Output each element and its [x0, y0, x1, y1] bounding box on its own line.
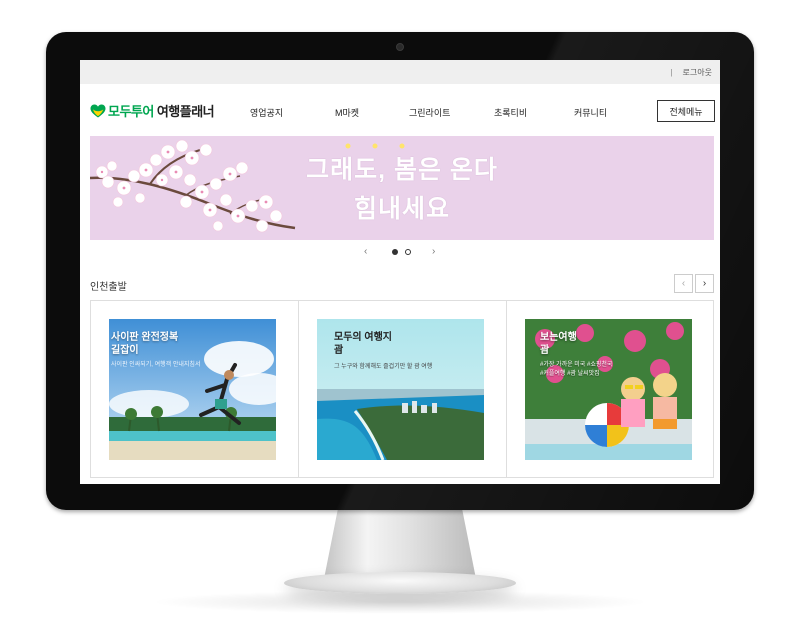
screen: | 로그아웃 모두투어 여행플래너 영업공지 M마켓 그린라이트 초록티비 커뮤…	[80, 60, 720, 484]
utility-separator: |	[670, 67, 673, 77]
banner-headline: 그래도, 봄은 온다	[306, 156, 498, 184]
nav-item-sales-notice[interactable]: 영업공지	[250, 106, 283, 119]
nav-item-m-market[interactable]: M마켓	[335, 106, 359, 119]
card-list: 사이판 완전정복 길잡이 사이판 인싸되기, 여행객 안내지침서 모두의 여행지…	[90, 300, 714, 478]
section-next-button[interactable]: ›	[695, 274, 714, 293]
banner-sparkle-icons	[345, 143, 405, 149]
card-description: #가장 가까운 미국 #쇼핑천국 #커플여행 #괌 날씨맛집	[540, 362, 613, 377]
card-saipan[interactable]: 사이판 완전정복 길잡이 사이판 인싸되기, 여행객 안내지침서	[90, 301, 298, 477]
section-title: 인천출발	[90, 282, 127, 293]
banner-dot-active[interactable]	[392, 249, 398, 255]
nav-item-greenlight[interactable]: 그린라이트	[409, 106, 450, 119]
webcam-icon	[396, 43, 404, 51]
card-description: 그 누구와 함께해도 즐겁기만 할 괌 여행	[334, 364, 433, 370]
logo-sub-text: 여행플래너	[156, 104, 215, 119]
main-nav: 모두투어 여행플래너 영업공지 M마켓 그린라이트 초록티비 커뮤니티 전체메뉴	[80, 84, 720, 135]
utility-bar: | 로그아웃	[80, 60, 720, 84]
stage: | 로그아웃 모두투어 여행플래너 영업공지 M마켓 그린라이트 초록티비 커뮤…	[0, 0, 800, 622]
banner-next-button[interactable]: ›	[432, 246, 435, 257]
card-title: 사이판 완전정복 길잡이	[111, 332, 179, 356]
heart-logo-icon	[90, 104, 106, 117]
card-title: 모두의 여행지 괌	[334, 332, 392, 356]
monitor-stand-base	[284, 572, 516, 594]
hero-banner[interactable]: 그래도, 봄은 온다 힘내세요	[90, 136, 714, 240]
banner-pager: ‹ ›	[80, 246, 720, 258]
all-menu-button[interactable]: 전체메뉴	[657, 100, 715, 122]
nav-item-green-tv[interactable]: 초록티비	[494, 106, 527, 119]
nav-item-community[interactable]: 커뮤니티	[574, 106, 607, 119]
section-prev-button[interactable]: ‹	[674, 274, 693, 293]
monitor-stand-neck	[324, 510, 476, 576]
banner-subheadline: 힘내세요	[353, 195, 450, 223]
card-guam-kids[interactable]: 보는여행 괌 #가장 가까운 미국 #쇼핑천국 #커플여행 #괌 날씨맛집	[506, 301, 714, 477]
banner-dot[interactable]	[405, 249, 411, 255]
card-description: 사이판 인싸되기, 여행객 안내지침서	[111, 362, 201, 368]
logout-link[interactable]: 로그아웃	[683, 67, 712, 78]
banner-prev-button[interactable]: ‹	[364, 246, 367, 257]
site-logo[interactable]: 모두투어 여행플래너	[90, 101, 215, 120]
cherry-blossom-image	[90, 139, 296, 233]
card-guam[interactable]: 모두의 여행지 괌 그 누구와 함께해도 즐겁기만 할 괌 여행	[298, 301, 506, 477]
logo-brand-text: 모두투어	[108, 104, 154, 119]
card-title: 보는여행 괌	[540, 332, 577, 356]
